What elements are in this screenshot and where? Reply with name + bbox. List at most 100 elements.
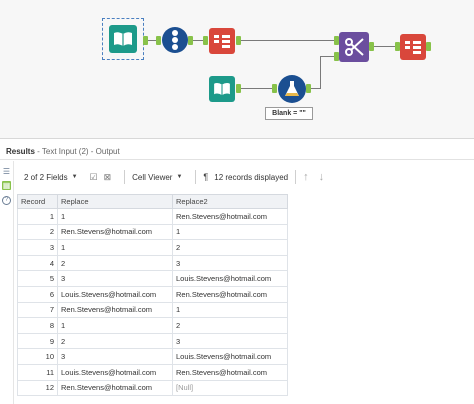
- record-cell[interactable]: 3: [17, 239, 58, 256]
- replace2-cell[interactable]: Louis.Stevens@hotmail.com: [172, 270, 288, 287]
- fields-dropdown[interactable]: 2 of 2 Fields ▼: [24, 173, 78, 182]
- record-cell[interactable]: 9: [17, 332, 58, 350]
- replace-cell[interactable]: Louis.Stevens@hotmail.com: [57, 363, 173, 381]
- cell-viewer-label: Cell Viewer: [132, 172, 173, 182]
- record-cell[interactable]: 7: [17, 301, 58, 319]
- workflow-canvas[interactable]: Blank = "": [0, 0, 474, 139]
- results-breadcrumb: - Text Input (2) - Output: [34, 147, 120, 156]
- replace-cell[interactable]: Ren.Stevens@hotmail.com: [57, 379, 173, 397]
- column-header-replace[interactable]: Replace: [57, 194, 173, 209]
- chevron-down-icon: ▼: [176, 174, 183, 180]
- results-side-strip: ☰ ▦ ?: [0, 161, 14, 404]
- connection-wire: [320, 56, 334, 57]
- table-row[interactable]: 7 Ren.Stevens@hotmail.com 1: [17, 301, 288, 319]
- book-icon: [209, 76, 235, 102]
- replace-cell[interactable]: 2: [57, 254, 173, 272]
- table-grid-icon[interactable]: ▦: [2, 181, 11, 190]
- toolbar-divider: [195, 170, 197, 184]
- replace2-cell[interactable]: Ren.Stevens@hotmail.com: [172, 285, 288, 303]
- deselect-icon[interactable]: ⊠: [104, 172, 112, 183]
- output-anchor[interactable]: [369, 42, 374, 51]
- record-cell[interactable]: 5: [17, 270, 58, 287]
- record-cell[interactable]: 6: [17, 285, 58, 303]
- replace-cell[interactable]: 1: [57, 239, 173, 256]
- table-row[interactable]: 923: [17, 332, 288, 350]
- table-row[interactable]: 312: [17, 239, 288, 256]
- join-icon: [339, 32, 369, 62]
- output-anchor[interactable]: [306, 84, 311, 93]
- replace-cell[interactable]: Ren.Stevens@hotmail.com: [57, 301, 173, 319]
- arrow-up-icon[interactable]: ↑: [303, 171, 309, 183]
- table-row[interactable]: 2 Ren.Stevens@hotmail.com 1: [17, 223, 288, 241]
- replace2-cell[interactable]: 2: [172, 317, 288, 334]
- replace2-cell[interactable]: Ren.Stevens@hotmail.com: [172, 363, 288, 381]
- output-anchor[interactable]: [188, 36, 193, 45]
- table-row[interactable]: 1 1 Ren.Stevens@hotmail.com: [17, 208, 288, 225]
- text-input-tool-2[interactable]: [208, 75, 236, 103]
- replace2-cell[interactable]: Louis.Stevens@hotmail.com: [172, 348, 288, 365]
- record-id-tool[interactable]: [161, 26, 189, 54]
- select-tool[interactable]: [208, 27, 236, 55]
- pilcrow-icon[interactable]: ¶: [203, 172, 208, 182]
- table-body: 1 1 Ren.Stevens@hotmail.com 2 Ren.Stevens@ho…: [17, 208, 288, 397]
- connection-wire: [240, 88, 272, 89]
- replace2-cell[interactable]: 1: [172, 223, 288, 241]
- output-anchor[interactable]: [236, 36, 241, 45]
- replace-cell[interactable]: Ren.Stevens@hotmail.com: [57, 223, 173, 241]
- replace2-cell[interactable]: Ren.Stevens@hotmail.com: [172, 208, 288, 225]
- replace2-cell[interactable]: 3: [172, 254, 288, 272]
- table-row[interactable]: 6 Louis.Stevens@hotmail.com Ren.Stevens@ho…: [17, 285, 288, 303]
- toolbar-divider: [124, 170, 126, 184]
- replace2-cell[interactable]: 3: [172, 332, 288, 350]
- connection-wire: [373, 46, 397, 47]
- replace-cell[interactable]: 1: [57, 317, 173, 334]
- formula-tool[interactable]: [277, 74, 307, 104]
- formula-annotation: Blank = "": [265, 107, 313, 120]
- replace2-cell[interactable]: [Null]: [172, 379, 288, 397]
- column-header-replace2[interactable]: Replace2: [172, 194, 288, 209]
- select-tool-2[interactable]: [400, 34, 426, 60]
- table-header-row: Record Replace Replace2: [17, 194, 288, 209]
- table-row[interactable]: 12 Ren.Stevens@hotmail.com [Null]: [17, 379, 288, 397]
- text-input-tool-1[interactable]: [102, 18, 144, 60]
- output-anchor[interactable]: [426, 42, 431, 51]
- connection-wire: [310, 88, 320, 89]
- record-cell[interactable]: 8: [17, 317, 58, 334]
- output-anchor[interactable]: [236, 84, 241, 93]
- replace-cell[interactable]: 3: [57, 270, 173, 287]
- table-row[interactable]: 10 3 Louis.Stevens@hotmail.com: [17, 348, 288, 365]
- replace2-cell[interactable]: 1: [172, 301, 288, 319]
- connection-wire: [148, 40, 156, 41]
- results-table[interactable]: Record Replace Replace2 1 1 Ren.Stevens@ho…: [17, 194, 288, 397]
- replace2-cell[interactable]: 2: [172, 239, 288, 256]
- messages-list-icon[interactable]: ☰: [2, 167, 11, 176]
- table-row[interactable]: 5 3 Louis.Stevens@hotmail.com: [17, 270, 288, 287]
- help-icon[interactable]: ?: [2, 196, 11, 205]
- record-cell[interactable]: 12: [17, 379, 58, 397]
- record-id-icon: [162, 27, 188, 53]
- chevron-down-icon: ▼: [71, 174, 78, 180]
- output-anchor[interactable]: [143, 36, 148, 45]
- replace-cell[interactable]: 1: [57, 208, 173, 225]
- toolbar-divider: [295, 170, 297, 184]
- table-row[interactable]: 812: [17, 317, 288, 334]
- record-cell[interactable]: 2: [17, 223, 58, 241]
- cell-viewer-dropdown[interactable]: Cell Viewer ▼: [132, 173, 182, 182]
- formula-flask-icon: [278, 75, 306, 103]
- replace-cell[interactable]: 3: [57, 348, 173, 365]
- replace-cell[interactable]: Louis.Stevens@hotmail.com: [57, 285, 173, 303]
- column-header-record[interactable]: Record: [17, 194, 58, 209]
- table-row[interactable]: 11 Louis.Stevens@hotmail.com Ren.Stevens@h…: [17, 363, 288, 381]
- select-icon: [400, 34, 426, 60]
- record-cell[interactable]: 11: [17, 363, 58, 381]
- replace-cell[interactable]: 2: [57, 332, 173, 350]
- edit-checkbox-icon[interactable]: ☑: [90, 172, 98, 183]
- record-cell[interactable]: 1: [17, 208, 58, 225]
- arrow-down-icon[interactable]: ↓: [319, 171, 325, 183]
- join-tool[interactable]: [339, 32, 369, 62]
- record-cell[interactable]: 4: [17, 254, 58, 272]
- connection-wire: [241, 40, 334, 41]
- table-row[interactable]: 423: [17, 254, 288, 272]
- results-toolbar: 2 of 2 Fields ▼ ☑ ⊠ Cell Viewer ▼ ¶ 12 r…: [14, 166, 474, 188]
- record-cell[interactable]: 10: [17, 348, 58, 365]
